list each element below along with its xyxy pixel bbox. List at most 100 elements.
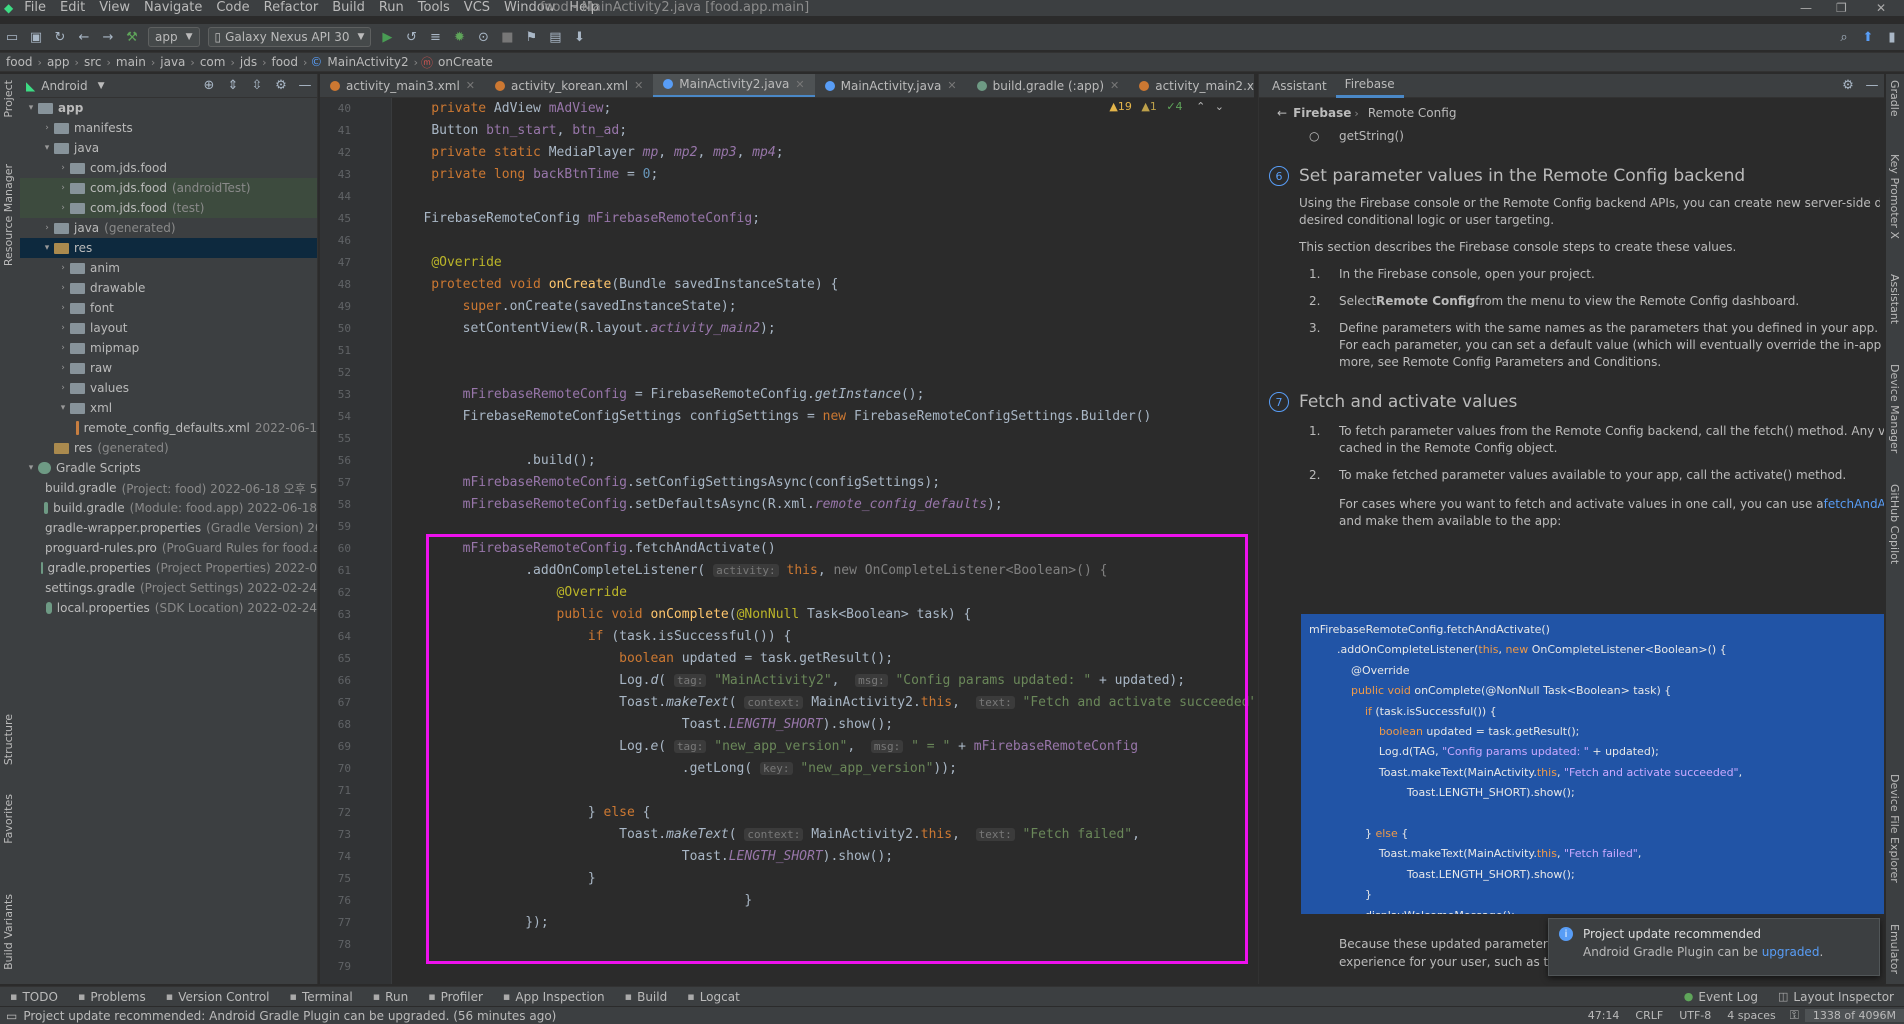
menu-item[interactable]: Navigate: [137, 0, 209, 15]
close-tab-icon[interactable]: ✕: [795, 78, 804, 91]
indent-setting[interactable]: 4 spaces: [1719, 1009, 1784, 1022]
tree-item[interactable]: › mipmap: [20, 338, 317, 358]
menu-item[interactable]: Refactor: [257, 0, 326, 15]
update-icon[interactable]: ⬆: [1857, 26, 1879, 48]
breadcrumb-item[interactable]: src: [82, 55, 104, 69]
assistant-tool-button[interactable]: Assistant: [1888, 274, 1901, 324]
menu-item[interactable]: VCS: [457, 0, 497, 15]
favorites-tool-button[interactable]: Favorites: [2, 794, 15, 844]
back-arrow-icon[interactable]: ←: [1277, 106, 1287, 120]
expand-arrow-icon[interactable]: ›: [56, 363, 70, 373]
inspection-widget[interactable]: ▲19 ▲1 ✓4 ⌃ ⌄: [1109, 100, 1224, 113]
breadcrumb-item[interactable]: app: [45, 55, 72, 69]
tool-window-button[interactable]: ▪ Profiler: [418, 990, 493, 1004]
tree-item[interactable]: ▾ res: [20, 238, 317, 258]
expand-arrow-icon[interactable]: ›: [56, 183, 70, 193]
tree-item[interactable]: › values: [20, 378, 317, 398]
menu-item[interactable]: Build: [325, 0, 372, 15]
menu-item[interactable]: Edit: [53, 0, 92, 15]
account-icon[interactable]: ▮: [1881, 26, 1903, 48]
tool-window-button[interactable]: ▪ App Inspection: [493, 990, 615, 1004]
breadcrumb-item[interactable]: com: [198, 55, 228, 69]
expand-arrow-icon[interactable]: ›: [56, 383, 70, 393]
expand-arrow-icon[interactable]: ›: [56, 283, 70, 293]
collapse-all-icon[interactable]: ⇳: [246, 75, 268, 97]
tab-firebase[interactable]: Firebase: [1335, 74, 1404, 98]
upgraded-link[interactable]: upgraded: [1762, 945, 1820, 959]
stop-icon[interactable]: ■: [496, 26, 518, 48]
tree-item[interactable]: ▾ app: [20, 98, 317, 118]
emulator-tool-button[interactable]: Emulator: [1888, 924, 1901, 974]
locate-icon[interactable]: ⊕: [198, 75, 220, 97]
tree-item[interactable]: › com.jds.food (androidTest): [20, 178, 317, 198]
gear-icon[interactable]: ⚙: [1837, 75, 1859, 97]
tool-window-button[interactable]: ▪ Problems: [68, 990, 156, 1004]
resource-manager-tool-button[interactable]: Resource Manager: [2, 164, 15, 266]
search-icon[interactable]: ⌕: [1833, 26, 1855, 48]
hammer-icon[interactable]: ⚒: [121, 26, 143, 48]
editor-tab[interactable]: activity_main3.xml ✕: [320, 74, 485, 97]
line-separator[interactable]: CRLF: [1627, 1009, 1671, 1022]
breadcrumb-item[interactable]: java: [158, 55, 187, 69]
tree-item[interactable]: › manifests: [20, 118, 317, 138]
memory-indicator[interactable]: 1338 of 4096M: [1804, 1009, 1904, 1022]
tree-item[interactable]: gradle.properties (Project Properties) 20…: [20, 558, 317, 578]
breadcrumb-item[interactable]: onCreate: [436, 55, 495, 69]
debug-icon[interactable]: ✹: [448, 26, 470, 48]
breadcrumb-item[interactable]: main: [114, 55, 148, 69]
close-tab-icon[interactable]: ✕: [1110, 79, 1119, 92]
caret-position[interactable]: 47:14: [1580, 1009, 1628, 1022]
expand-arrow-icon[interactable]: ▾: [56, 403, 70, 413]
github-copilot-tool-button[interactable]: GitHub Copilot: [1888, 484, 1901, 564]
tree-item[interactable]: settings.gradle (Project Settings) 2022-0…: [20, 578, 317, 598]
lock-icon[interactable]: ⚿: [1784, 1008, 1805, 1023]
attach-debugger-icon[interactable]: ⚑: [520, 26, 542, 48]
tree-item[interactable]: proguard-rules.pro (ProGuard Rules for fo…: [20, 538, 317, 558]
expand-arrow-icon[interactable]: ›: [56, 303, 70, 313]
tree-item[interactable]: › drawable: [20, 278, 317, 298]
tool-window-button[interactable]: ▪ Build: [615, 990, 678, 1004]
expand-arrow-icon[interactable]: ›: [56, 343, 70, 353]
tool-window-button[interactable]: ▪ TODO: [0, 990, 68, 1004]
project-tool-button[interactable]: Project: [2, 80, 15, 118]
minimize-icon[interactable]: —: [1800, 0, 1812, 16]
tool-window-button[interactable]: ▪ Terminal: [280, 990, 363, 1004]
code-area[interactable]: ▲19 ▲1 ✓4 ⌃ ⌄ private AdView mAdView; Bu…: [392, 98, 1254, 984]
tree-item[interactable]: › raw: [20, 358, 317, 378]
tree-item[interactable]: ▾ java: [20, 138, 317, 158]
tree-item[interactable]: › font: [20, 298, 317, 318]
close-tab-icon[interactable]: ✕: [634, 79, 643, 92]
expand-arrow-icon[interactable]: ›: [56, 163, 70, 173]
tree-item[interactable]: › anim: [20, 258, 317, 278]
tree-item[interactable]: ▾ xml: [20, 398, 317, 418]
sdk-manager-icon[interactable]: ⬇: [568, 26, 590, 48]
sync-icon[interactable]: ↻: [49, 26, 71, 48]
tab-assistant[interactable]: Assistant: [1263, 74, 1336, 98]
device-manager-tool-button[interactable]: Device Manager: [1888, 364, 1901, 453]
editor-tab[interactable]: build.gradle (:app) ✕: [967, 74, 1130, 97]
expand-arrow-icon[interactable]: ▾: [24, 103, 38, 113]
assistant-crumb-root[interactable]: Firebase: [1293, 106, 1351, 120]
tree-item[interactable]: res (generated): [20, 438, 317, 458]
notification-balloon[interactable]: i Project update recommended Android Gra…: [1548, 918, 1880, 976]
tree-item[interactable]: remote_config_defaults.xml 2022-06-1: [20, 418, 317, 438]
expand-arrow-icon[interactable]: ▾: [24, 463, 38, 473]
breadcrumb-item[interactable]: food: [4, 55, 35, 69]
run-icon[interactable]: ▶: [376, 26, 398, 48]
layout-inspector-button[interactable]: ◫ Layout Inspector: [1768, 990, 1904, 1004]
device-file-explorer-tool-button[interactable]: Device File Explorer: [1888, 774, 1901, 883]
key-promoter-tool-button[interactable]: Key Promoter X: [1888, 154, 1901, 239]
apply-changes-icon[interactable]: ≡: [424, 26, 446, 48]
open-icon[interactable]: ▭: [1, 26, 23, 48]
tree-item[interactable]: › com.jds.food (test): [20, 198, 317, 218]
event-log-button[interactable]: ● Event Log: [1674, 990, 1768, 1004]
tree-item[interactable]: › layout: [20, 318, 317, 338]
menu-item[interactable]: Code: [209, 0, 256, 15]
gradle-tool-button[interactable]: Gradle: [1888, 80, 1901, 117]
run-config-select[interactable]: app ▼: [148, 27, 200, 47]
forward-icon[interactable]: →: [97, 26, 119, 48]
chevron-down-icon[interactable]: ⌄: [1215, 100, 1224, 113]
fetch-and-activate-link[interactable]: fetchAndActivate(): [1824, 496, 1884, 513]
tree-item[interactable]: local.properties (SDK Location) 2022-02-2…: [20, 598, 317, 618]
avd-manager-icon[interactable]: ▤: [544, 26, 566, 48]
